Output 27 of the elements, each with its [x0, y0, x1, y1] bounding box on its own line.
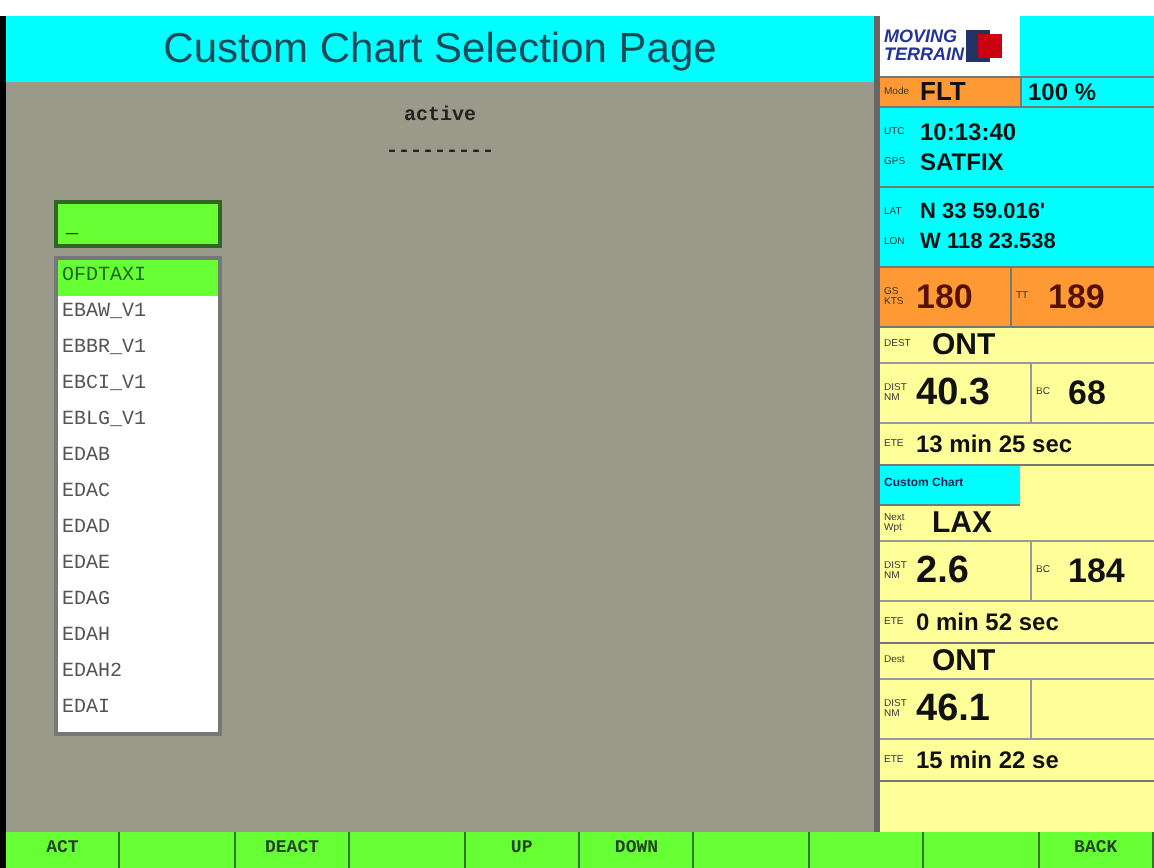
waypoint-name: ONT: [932, 645, 996, 677]
distance-value: 2.6: [916, 551, 969, 591]
track-value: 189: [1048, 279, 1105, 315]
ete-value: 13 min 25 sec: [916, 431, 1073, 457]
gps-status: SATFIX: [920, 147, 1004, 177]
utc-time: 10:13:40: [920, 117, 1017, 147]
waypoint-name: LAX: [932, 507, 992, 539]
bearing-value: 68: [1068, 375, 1106, 411]
latitude: N 33 59.016': [920, 197, 1046, 227]
logo-text: TERRAIN: [884, 46, 964, 64]
status-dashes: ---------: [385, 140, 494, 168]
distance-value: 40.3: [916, 373, 990, 413]
distance-value: 46.1: [916, 689, 990, 729]
mode-value: FLT: [920, 78, 966, 106]
waypoint-name: ONT: [932, 329, 996, 361]
chart-list-item[interactable]: OFDTAXI: [58, 260, 218, 296]
zoom-value: 100 %: [1028, 79, 1097, 105]
status-text: active: [403, 103, 476, 132]
bearing-value: 184: [1068, 553, 1125, 589]
logo-text: MOVING: [884, 28, 960, 46]
ete-value: 15 min 22 se: [916, 747, 1059, 773]
ground-speed: 180: [916, 279, 973, 315]
logo-mark-icon: [966, 26, 1002, 66]
longitude: W 118 23.538: [920, 227, 1056, 257]
input-field[interactable]: _: [54, 200, 222, 248]
page-title: Custom Chart Selection Page: [6, 16, 874, 82]
ete-value: 0 min 52 sec: [916, 609, 1059, 635]
